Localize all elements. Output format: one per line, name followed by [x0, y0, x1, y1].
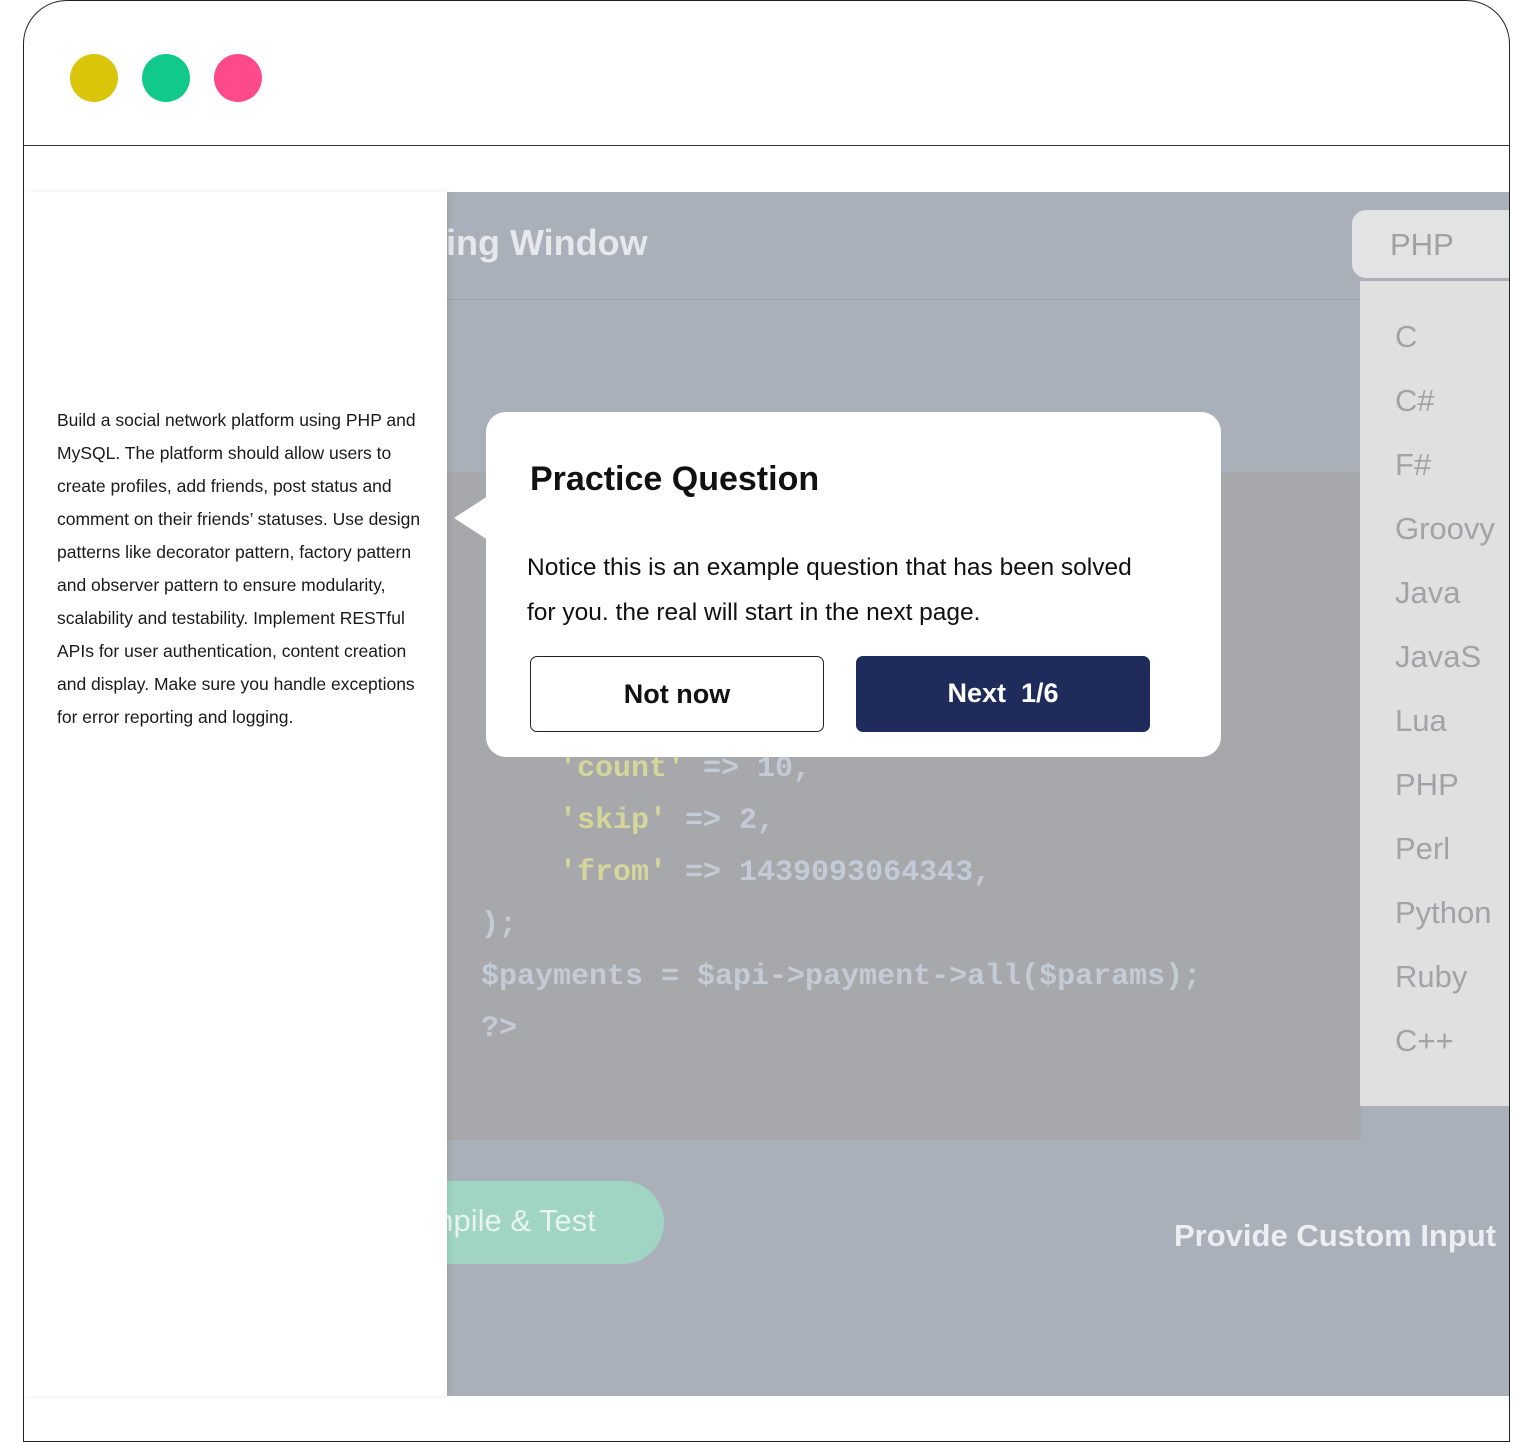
popover-title: Practice Question [530, 460, 820, 498]
language-option[interactable]: Lua [1395, 703, 1447, 739]
language-option[interactable]: C++ [1395, 1023, 1454, 1059]
language-select[interactable]: PHP [1352, 210, 1509, 278]
language-option[interactable]: Groovy [1395, 511, 1495, 547]
code-line: 'count' => 10, [487, 752, 812, 786]
code-line: ); [481, 908, 518, 942]
code-line: 'from' => 1439093064343, [487, 856, 992, 890]
custom-input-link[interactable]: Provide Custom Input [1174, 1218, 1496, 1254]
language-option[interactable]: Ruby [1395, 959, 1467, 995]
language-option[interactable]: C# [1395, 383, 1435, 419]
language-option[interactable]: Python [1395, 895, 1492, 931]
code-line: 'skip' => 2, [487, 804, 776, 838]
language-option[interactable]: F# [1395, 447, 1431, 483]
minimize-button[interactable] [70, 54, 118, 102]
code-line: ?> [481, 1012, 518, 1046]
app-window: Coding Window 'count' => 10, 'skip' => 2… [23, 0, 1510, 1442]
header-divider [447, 299, 1367, 300]
language-option[interactable]: JavaS [1395, 639, 1481, 675]
language-dropdown: C C# F# Groovy Java JavaS Lua PHP Perl P… [1360, 281, 1509, 1106]
question-text: Build a social network platform using PH… [57, 410, 421, 727]
titlebar-divider [24, 145, 1509, 146]
close-button[interactable] [214, 54, 262, 102]
language-option[interactable]: C [1395, 319, 1417, 355]
language-option[interactable]: Perl [1395, 831, 1450, 867]
not-now-button[interactable]: Not now [530, 656, 824, 732]
code-line: $payments = $api->payment->all($params); [481, 960, 1202, 994]
language-option[interactable]: PHP [1395, 767, 1459, 803]
popover-body: Notice this is an example question that … [527, 554, 1132, 626]
practice-question-popover: Practice Question Notice this is an exam… [454, 412, 1221, 757]
language-option[interactable]: Java [1395, 575, 1460, 611]
next-button[interactable]: Next 1/6 [856, 656, 1150, 732]
popover-pointer [454, 496, 488, 540]
maximize-button[interactable] [142, 54, 190, 102]
question-panel: Build a social network platform using PH… [24, 192, 447, 1396]
